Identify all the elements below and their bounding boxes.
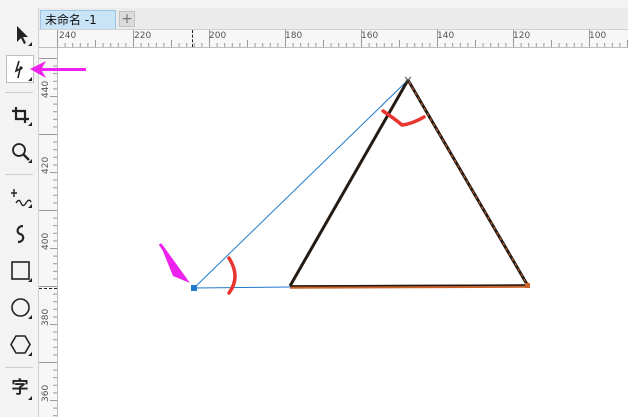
toolbox-separator — [5, 174, 33, 175]
vruler-label: 400 — [41, 232, 51, 250]
vertical-ruler[interactable]: 440 420 400 380 360 — [39, 48, 58, 417]
flyout-indicator-icon — [28, 396, 32, 400]
horizontal-ruler[interactable]: 240 220 200 180 160 140 120 100 — [39, 30, 628, 48]
pointer-arrow-icon — [30, 61, 86, 78]
flyout-indicator-icon — [28, 42, 32, 46]
corner-node-marker[interactable] — [525, 283, 530, 288]
guide-node-handle[interactable] — [191, 285, 197, 291]
document-tab-bar: 未命名 -1 + — [39, 8, 628, 30]
hruler-label: 200 — [209, 31, 227, 41]
triangle-left-side[interactable] — [288, 79, 410, 287]
hruler-label: 180 — [285, 31, 303, 41]
text-tool-button[interactable]: 字 — [6, 374, 34, 402]
artistic-media-tool-button[interactable] — [6, 219, 34, 247]
flyout-indicator-icon — [28, 278, 32, 282]
apex-angle-annotation — [381, 109, 426, 127]
hruler-label: 100 — [589, 31, 607, 41]
hruler-label: 140 — [437, 31, 455, 41]
rectangle-tool-button[interactable] — [6, 256, 34, 284]
triangle-base[interactable] — [289, 284, 529, 287]
vruler-label: 380 — [41, 308, 51, 326]
flyout-indicator-icon — [28, 159, 32, 163]
tool-pointer-overlay — [30, 61, 86, 78]
hruler-label: 160 — [361, 31, 379, 41]
curve-brush-icon — [16, 224, 25, 244]
cursor-position-marker — [192, 30, 193, 47]
vruler-label: 420 — [41, 156, 51, 174]
toolbox-separator — [5, 92, 33, 93]
ellipse-tool-button[interactable] — [6, 293, 34, 321]
hruler-label: 120 — [513, 31, 531, 41]
zoom-tool-button[interactable] — [6, 137, 34, 165]
flyout-indicator-icon — [28, 352, 32, 356]
hruler-label: 220 — [134, 31, 152, 41]
flyout-indicator-icon — [28, 122, 32, 126]
polygon-tool-button[interactable] — [6, 330, 34, 358]
crop-tool-button[interactable] — [6, 100, 34, 128]
horizontal-ruler-ticks — [57, 30, 628, 47]
guide-line-diagonal — [193, 79, 409, 289]
hruler-label: 240 — [59, 31, 77, 41]
flyout-indicator-icon — [28, 315, 32, 319]
flyout-indicator-icon — [28, 204, 32, 208]
add-document-tab-button[interactable]: + — [119, 11, 135, 27]
vruler-label: 440 — [41, 80, 51, 98]
toolbox-separator — [5, 367, 33, 368]
cursor-position-marker — [39, 288, 57, 289]
drawing-canvas[interactable] — [58, 48, 628, 417]
guide-line-horizontal — [193, 286, 291, 289]
vruler-label: 360 — [41, 384, 51, 402]
document-tab[interactable]: 未命名 -1 — [40, 10, 116, 29]
pick-tool-button[interactable] — [6, 20, 34, 48]
freehand-tool-button[interactable] — [6, 182, 34, 210]
